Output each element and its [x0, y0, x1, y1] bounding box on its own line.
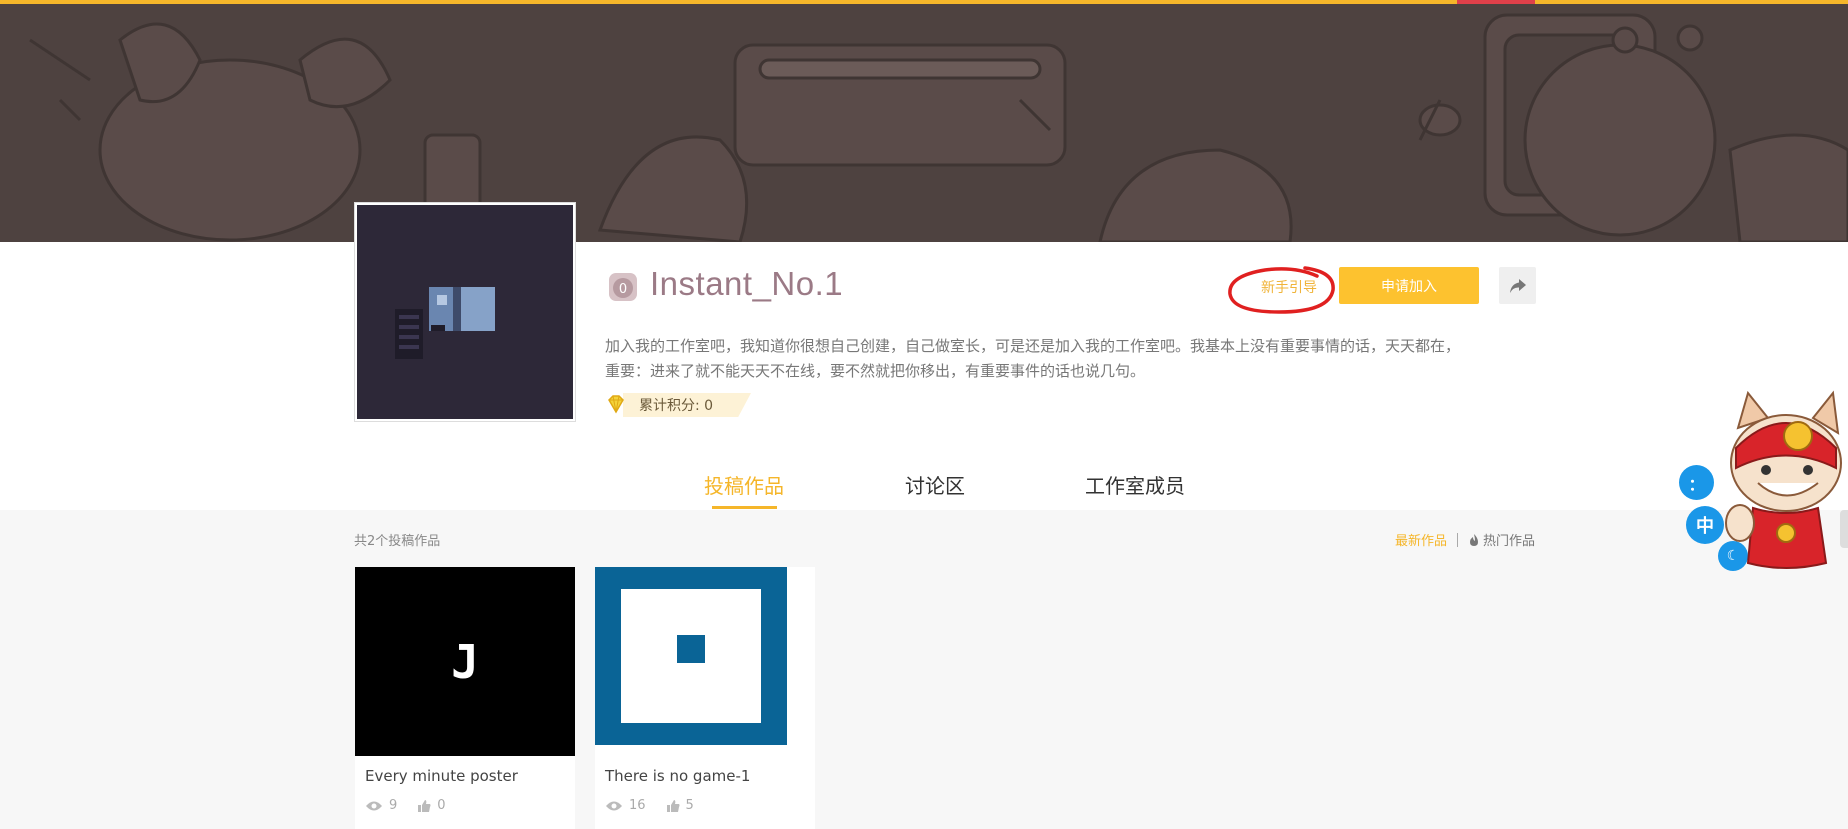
view-count: 9: [389, 798, 398, 813]
work-thumbnail: [595, 567, 815, 756]
work-card[interactable]: J Every minute poster 9 0: [355, 567, 575, 829]
tab-members[interactable]: 工作室成员: [1085, 470, 1185, 499]
thumbs-up-icon: [418, 799, 431, 812]
studio-level-badge-icon: 0: [609, 273, 637, 301]
work-card[interactable]: There is no game-1 16 5: [595, 567, 815, 829]
work-title: There is no game-1: [605, 767, 751, 785]
score-badge: 累计积分: 0: [605, 393, 751, 417]
share-icon: [1509, 278, 1526, 293]
sort-hot[interactable]: 热门作品: [1468, 530, 1535, 549]
svg-text:0: 0: [619, 282, 627, 297]
studio-description: 加入我的工作室吧，我知道你很想自己创建，自己做室长，可是还是加入我的工作室吧。我…: [605, 334, 1525, 384]
thumb-letter: J: [451, 634, 479, 689]
eye-icon: [606, 801, 622, 810]
description-line: 加入我的工作室吧，我知道你很想自己创建，自己做室长，可是还是加入我的工作室吧。我…: [605, 337, 1461, 355]
sort-newest[interactable]: 最新作品: [1395, 530, 1447, 549]
thumbs-up-icon: [666, 799, 680, 812]
like-count: 0: [437, 798, 446, 813]
work-stats: 9 0: [365, 798, 460, 813]
works-sort: 最新作品 热门作品: [1395, 530, 1535, 549]
sort-divider: [1456, 532, 1458, 547]
tab-submissions[interactable]: 投稿作品: [704, 470, 784, 499]
banner-illustration: [29, 13, 1848, 242]
active-tab-indicator: [712, 506, 777, 509]
work-thumbnail: J: [355, 567, 575, 756]
tab-discussion[interactable]: 讨论区: [905, 470, 965, 499]
eye-icon: [366, 801, 382, 810]
score-label: 累计积分: 0: [639, 398, 714, 414]
sort-hot-label: 热门作品: [1482, 534, 1535, 549]
works-count: 共2个投稿作品: [354, 534, 441, 549]
diamond-icon: [608, 395, 624, 414]
studio-title: Instant_No.1: [650, 265, 844, 302]
thumb-square-art: [595, 567, 787, 745]
work-stats: 16 5: [605, 798, 708, 813]
description-line: 重要：进来了就不能天天不在线，要不然就把你移出，有重要事件的话也说几句。: [605, 362, 1146, 380]
top-accent-line: [0, 0, 1848, 4]
share-button[interactable]: [1499, 267, 1536, 304]
studio-avatar: [355, 203, 575, 421]
side-edge-tab[interactable]: [1840, 510, 1848, 548]
like-count: 5: [685, 798, 694, 813]
avatar-pixel-art: [395, 287, 495, 359]
view-count: 16: [629, 798, 646, 813]
work-title: Every minute poster: [365, 767, 518, 785]
apply-join-button[interactable]: 申请加入: [1339, 267, 1479, 304]
cat-mascot-icon[interactable]: [1718, 388, 1848, 578]
beginner-guide-button[interactable]: 新手引导: [1230, 268, 1348, 306]
float-action-button[interactable]: ：: [1679, 465, 1714, 500]
studio-banner: [0, 0, 1848, 242]
flame-icon: [1469, 533, 1478, 546]
